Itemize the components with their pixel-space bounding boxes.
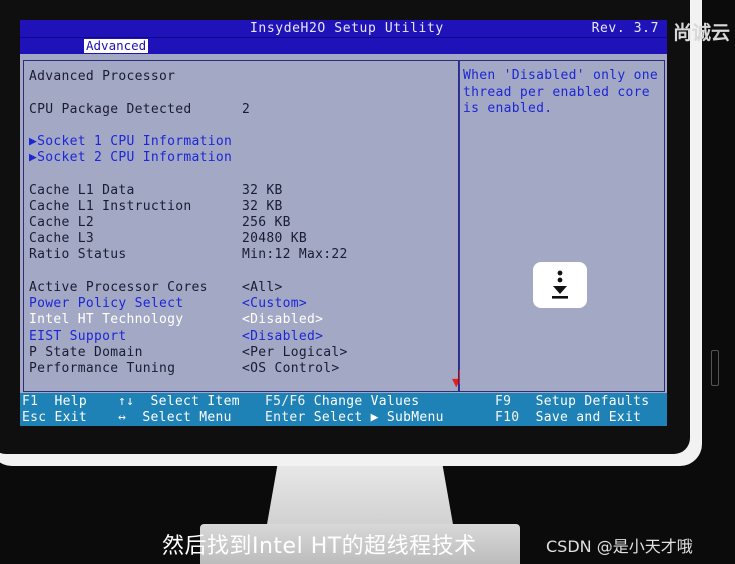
key-name: ↔	[118, 410, 127, 425]
row-label: P State Domain	[29, 345, 143, 360]
monitor-stand-neck	[266, 466, 454, 530]
row-value: 20480 KB	[242, 231, 308, 246]
key-select-item: ↑↓ Select Item	[118, 394, 240, 409]
key-desc: Save and Exit	[535, 410, 642, 425]
bios-screen: InsydeH2O Setup Utility Rev. 3.7 Advance…	[20, 20, 667, 426]
csdn-watermark: CSDN @是小天才哦	[546, 537, 693, 556]
key-desc: Select ▶ SubMenu	[313, 410, 444, 425]
settings-panel: Advanced Processor CPU Package Detected …	[23, 60, 460, 392]
row-label: Cache L1 Data	[29, 183, 135, 198]
key-name: Esc	[22, 410, 47, 425]
row-value: <Per Logical>	[242, 345, 348, 360]
row-value: <Disabled>	[242, 329, 324, 344]
video-subtitle: 然后找到Intel HT的超线程技术	[162, 534, 477, 559]
bios-revision: Rev. 3.7	[591, 21, 659, 36]
row-value: Min:12 Max:22	[242, 247, 348, 262]
key-select-menu: ↔ Select Menu	[118, 410, 232, 425]
row-label: Power Policy Select	[29, 296, 184, 311]
key-change-values: F5/F6 Change Values	[265, 394, 419, 409]
row-label: ▶Socket 1 CPU Information	[29, 134, 233, 149]
key-name: F1	[22, 394, 39, 409]
row-value: 32 KB	[242, 183, 283, 198]
row-value: 2	[242, 102, 251, 117]
key-name: F9	[495, 394, 512, 409]
key-name: ↑↓	[118, 394, 135, 409]
row-label: Active Processor Cores	[29, 280, 208, 295]
row-label: Intel HT Technology	[29, 312, 184, 327]
bios-title-bar: InsydeH2O Setup Utility Rev. 3.7	[20, 20, 667, 37]
row-value: <OS Control>	[242, 361, 340, 376]
more-vertical-download-icon[interactable]	[533, 262, 587, 308]
key-select-submenu: Enter Select ▶ SubMenu	[265, 410, 444, 425]
row-label: ▶Socket 2 CPU Information	[29, 150, 233, 165]
key-setup-defaults: F9 Setup Defaults	[495, 394, 649, 409]
help-text: When 'Disabled' only one thread per enab…	[463, 68, 659, 116]
key-name: Enter	[265, 410, 306, 425]
row-label: Cache L1 Instruction	[29, 199, 192, 214]
row-value: 256 KB	[242, 215, 291, 230]
key-exit: Esc Exit	[22, 410, 87, 425]
row-label: CPU Package Detected	[29, 102, 192, 117]
brand-logo: 尚诚云	[673, 22, 731, 44]
row-value: <Custom>	[242, 296, 308, 311]
row-value: 32 KB	[242, 199, 283, 214]
key-name: F5/F6	[265, 394, 306, 409]
bios-menu-bar: Advanced	[20, 37, 667, 54]
tab-advanced[interactable]: Advanced	[84, 39, 149, 53]
help-panel: When 'Disabled' only one thread per enab…	[458, 60, 665, 392]
row-label: Cache L2	[29, 215, 95, 230]
row-label: Advanced Processor	[29, 69, 176, 84]
row-label: EIST Support	[29, 329, 127, 344]
key-desc: Help	[54, 394, 88, 409]
key-desc: Setup Defaults	[535, 394, 650, 409]
key-desc: Select Item	[150, 394, 240, 409]
row-value: <All>	[242, 280, 283, 295]
row-label: Performance Tuning	[29, 361, 176, 376]
row-value: <Disabled>	[242, 312, 324, 327]
key-save-exit: F10 Save and Exit	[495, 410, 641, 425]
key-desc: Change Values	[313, 394, 420, 409]
side-indicator	[711, 350, 719, 386]
key-legend-bar: F1 Help Esc Exit ↑↓ Select Item ↔ Select…	[20, 393, 667, 426]
bios-title: InsydeH2O Setup Utility	[250, 21, 444, 36]
key-desc: Exit	[54, 410, 88, 425]
overlay-glyph	[552, 270, 568, 299]
key-name: F10	[495, 410, 520, 425]
row-label: Cache L3	[29, 231, 95, 246]
key-desc: Select Menu	[142, 410, 232, 425]
key-help: F1 Help	[22, 394, 87, 409]
row-label: Ratio Status	[29, 247, 127, 262]
